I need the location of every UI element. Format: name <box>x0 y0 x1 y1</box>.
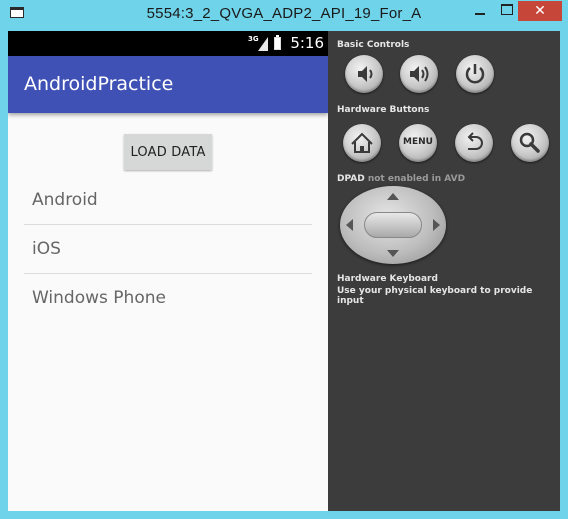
power-button[interactable] <box>456 55 494 93</box>
platform-list: Android iOS Windows Phone <box>24 176 312 323</box>
dpad[interactable] <box>340 186 446 264</box>
status-time: 5:16 <box>290 34 324 52</box>
app-title: AndroidPractice <box>24 73 174 95</box>
battery-icon <box>274 35 281 50</box>
signal-icon <box>258 37 268 51</box>
home-icon <box>351 132 373 153</box>
dpad-label: DPAD <box>337 174 365 184</box>
keyboard-heading: Hardware Keyboard <box>337 274 438 284</box>
device-screen[interactable]: 3G 5:16 AndroidPractice LOAD DATA Androi… <box>8 31 328 511</box>
list-item[interactable]: Windows Phone <box>24 274 312 323</box>
back-icon <box>467 132 483 150</box>
hardware-buttons-heading: Hardware Buttons <box>337 105 430 115</box>
app-bar: AndroidPractice <box>8 56 328 113</box>
minimize-button[interactable] <box>466 1 494 21</box>
basic-controls-heading: Basic Controls <box>337 40 410 50</box>
maximize-icon <box>501 4 513 15</box>
emulator-window: 5554:3_2_QVGA_ADP2_API_19_For_A ✕ 3G 5:1… <box>0 0 568 519</box>
volume-up-icon <box>410 66 429 82</box>
controls-panel: Basic Controls Hardware Buttons MENU DPA… <box>328 31 560 511</box>
volume-down-button[interactable] <box>345 55 383 93</box>
dpad-note: not enabled in AVD <box>367 174 466 184</box>
menu-label: MENU <box>403 137 433 147</box>
power-icon <box>465 64 485 84</box>
keyboard-note: Use your physical keyboard to provide in… <box>337 286 533 306</box>
close-button[interactable]: ✕ <box>518 1 562 21</box>
dpad-heading: DPAD not enabled in AVD <box>337 174 465 184</box>
minimize-icon <box>475 13 485 15</box>
maximize-button[interactable] <box>494 1 520 21</box>
load-data-button[interactable]: LOAD DATA <box>124 134 212 170</box>
volume-down-icon <box>358 66 373 82</box>
window-titlebar[interactable]: 5554:3_2_QVGA_ADP2_API_19_For_A ✕ <box>0 0 568 30</box>
list-item[interactable]: iOS <box>24 225 312 274</box>
dpad-center-button[interactable] <box>364 212 422 238</box>
list-item[interactable]: Android <box>24 176 312 225</box>
menu-button[interactable]: MENU <box>399 124 437 162</box>
home-button[interactable] <box>343 124 381 162</box>
search-button[interactable] <box>511 124 549 162</box>
status-bar: 3G 5:16 <box>8 31 328 56</box>
volume-up-button[interactable] <box>400 55 438 93</box>
search-icon <box>519 132 540 153</box>
back-button[interactable] <box>455 124 493 162</box>
